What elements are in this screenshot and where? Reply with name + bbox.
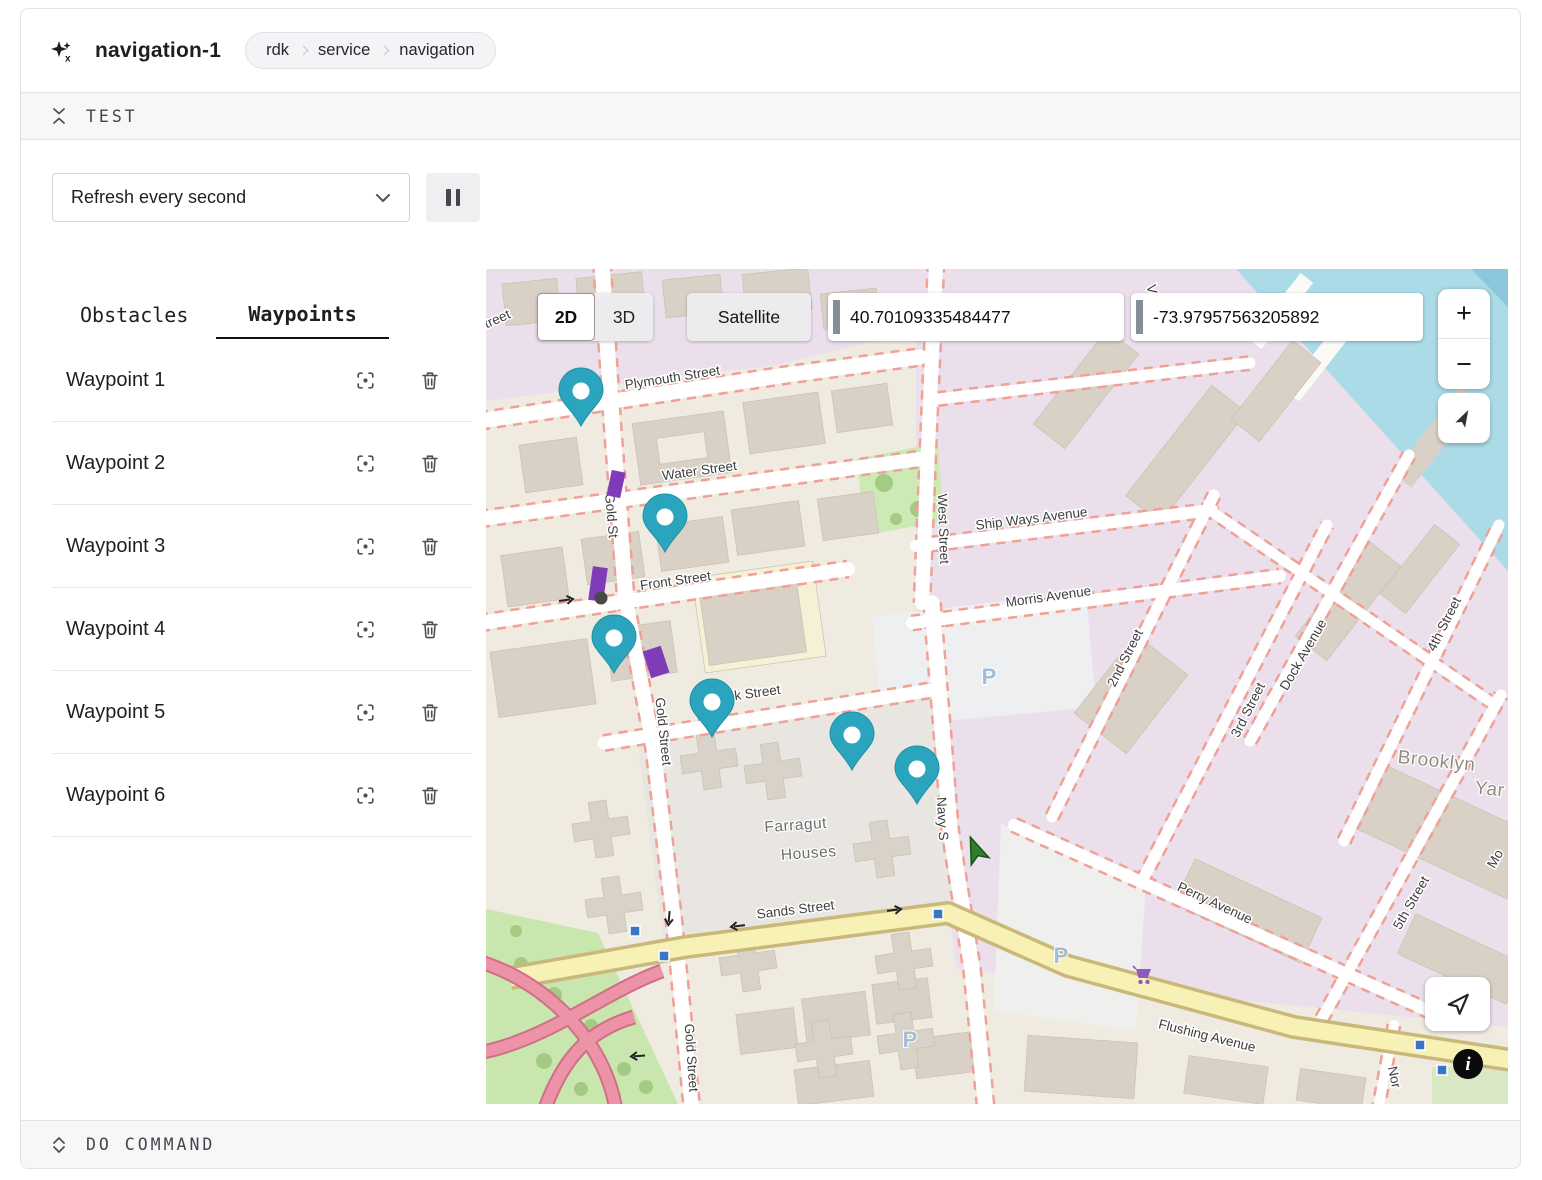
tab-obstacles[interactable]: Obstacles xyxy=(52,291,216,339)
delete-waypoint-button[interactable] xyxy=(418,451,442,476)
latitude-input[interactable]: 40.70109335484477 xyxy=(828,293,1124,341)
trash-icon xyxy=(420,453,440,474)
pause-refresh-button[interactable] xyxy=(426,173,480,222)
header: x navigation-1 rdk service navigation xyxy=(21,9,1520,92)
map-canvas[interactable]: PPP Plymouth StreetWater StreetFront Str… xyxy=(486,269,1508,1104)
svg-text:West Street: West Street xyxy=(935,493,952,564)
compass-card xyxy=(1438,393,1490,443)
panel-tabs: Obstacles Waypoints xyxy=(52,291,472,339)
svg-text:x: x xyxy=(65,53,71,63)
waypoint-label: Waypoint 6 xyxy=(66,784,165,807)
do-command-label: DO COMMAND xyxy=(86,1135,215,1154)
breadcrumb-item: service xyxy=(318,41,370,60)
map-zoom-controls: + − xyxy=(1438,289,1490,389)
compass-button[interactable] xyxy=(1453,407,1475,429)
longitude-value: -73.97957563205892 xyxy=(1153,307,1319,328)
waypoint-row: Waypoint 5 xyxy=(52,671,472,754)
svg-text:Navy S: Navy S xyxy=(934,797,951,841)
crosshair-icon xyxy=(355,370,376,391)
zoom-out-button[interactable]: − xyxy=(1438,339,1490,389)
delete-waypoint-button[interactable] xyxy=(418,617,442,642)
test-section-label: TEST xyxy=(86,107,138,126)
trash-icon xyxy=(420,536,440,557)
waypoint-label: Waypoint 1 xyxy=(66,369,165,392)
waypoint-label: Waypoint 3 xyxy=(66,535,165,558)
delete-waypoint-button[interactable] xyxy=(418,783,442,808)
gps-dot xyxy=(595,592,608,605)
expand-section-icon xyxy=(50,1135,68,1155)
trash-icon xyxy=(420,370,440,391)
crosshair-icon xyxy=(355,536,376,557)
waypoints-panel: Obstacles Waypoints Waypoint 1 xyxy=(52,269,472,1104)
do-command-section-toggle[interactable]: DO COMMAND xyxy=(21,1120,1520,1168)
waypoint-row: Waypoint 2 xyxy=(52,422,472,505)
waypoint-label: Waypoint 4 xyxy=(66,618,165,641)
delete-waypoint-button[interactable] xyxy=(418,700,442,725)
crosshair-icon xyxy=(355,619,376,640)
breadcrumb: rdk service navigation xyxy=(245,32,495,69)
map[interactable]: PPP Plymouth StreetWater StreetFront Str… xyxy=(486,269,1508,1104)
map-satellite-button[interactable]: Satellite xyxy=(687,293,811,341)
waypoint-row: Waypoint 3 xyxy=(52,505,472,588)
focus-waypoint-button[interactable] xyxy=(353,368,378,393)
refresh-rate-select[interactable]: Refresh every second xyxy=(52,173,410,222)
app-window: x navigation-1 rdk service navigation TEST… xyxy=(20,8,1521,1169)
focus-waypoint-button[interactable] xyxy=(353,617,378,642)
navigation-arrow-icon xyxy=(1445,991,1471,1017)
test-section-body: Refresh every second Obstacles Waypoints… xyxy=(21,140,1520,1120)
waypoint-row: Waypoint 4 xyxy=(52,588,472,671)
delete-waypoint-button[interactable] xyxy=(418,534,442,559)
page-title: navigation-1 xyxy=(95,39,221,63)
refresh-rate-value: Refresh every second xyxy=(71,187,246,208)
waypoint-label: Waypoint 2 xyxy=(66,452,165,475)
breadcrumb-item: navigation xyxy=(399,41,474,60)
map-toolbar: 2D 3D Satellite 40.70109335484477 -73.97… xyxy=(537,293,1423,341)
svg-text:Yar: Yar xyxy=(1474,778,1506,802)
longitude-drag-handle[interactable] xyxy=(1136,300,1143,334)
info-icon: i xyxy=(1465,1055,1470,1074)
crosshair-icon xyxy=(355,702,376,723)
tab-waypoints[interactable]: Waypoints xyxy=(216,291,388,339)
breadcrumb-item: rdk xyxy=(266,41,289,60)
trash-icon xyxy=(420,619,440,640)
navigation-service-icon: x xyxy=(49,39,73,63)
waypoint-list: Waypoint 1 xyxy=(52,339,472,837)
waypoint-row: Waypoint 1 xyxy=(52,339,472,422)
latitude-value: 40.70109335484477 xyxy=(850,307,1011,328)
crosshair-icon xyxy=(355,453,376,474)
focus-waypoint-button[interactable] xyxy=(353,783,378,808)
breadcrumb-separator-icon xyxy=(380,46,390,56)
focus-waypoint-button[interactable] xyxy=(353,451,378,476)
map-3d-button[interactable]: 3D xyxy=(595,293,653,341)
collapse-section-icon xyxy=(50,106,68,126)
waypoint-label: Waypoint 5 xyxy=(66,701,165,724)
longitude-input[interactable]: -73.97957563205892 xyxy=(1131,293,1423,341)
focus-waypoint-button[interactable] xyxy=(353,534,378,559)
delete-waypoint-button[interactable] xyxy=(418,368,442,393)
zoom-in-button[interactable]: + xyxy=(1438,289,1490,339)
locate-button[interactable] xyxy=(1425,977,1490,1031)
trash-icon xyxy=(420,785,440,806)
trash-icon xyxy=(420,702,440,723)
test-section-toggle[interactable]: TEST xyxy=(21,92,1520,140)
map-info-button[interactable]: i xyxy=(1453,1049,1483,1079)
pause-icon xyxy=(446,189,451,206)
svg-text:P: P xyxy=(1054,943,1069,968)
breadcrumb-separator-icon xyxy=(299,46,309,56)
chevron-down-icon xyxy=(375,193,391,203)
map-2d-button[interactable]: 2D xyxy=(537,293,595,341)
svg-text:P: P xyxy=(982,664,997,689)
svg-text:P: P xyxy=(903,1027,918,1052)
focus-waypoint-button[interactable] xyxy=(353,700,378,725)
waypoint-row: Waypoint 6 xyxy=(52,754,472,837)
crosshair-icon xyxy=(355,785,376,806)
latitude-drag-handle[interactable] xyxy=(833,300,840,334)
